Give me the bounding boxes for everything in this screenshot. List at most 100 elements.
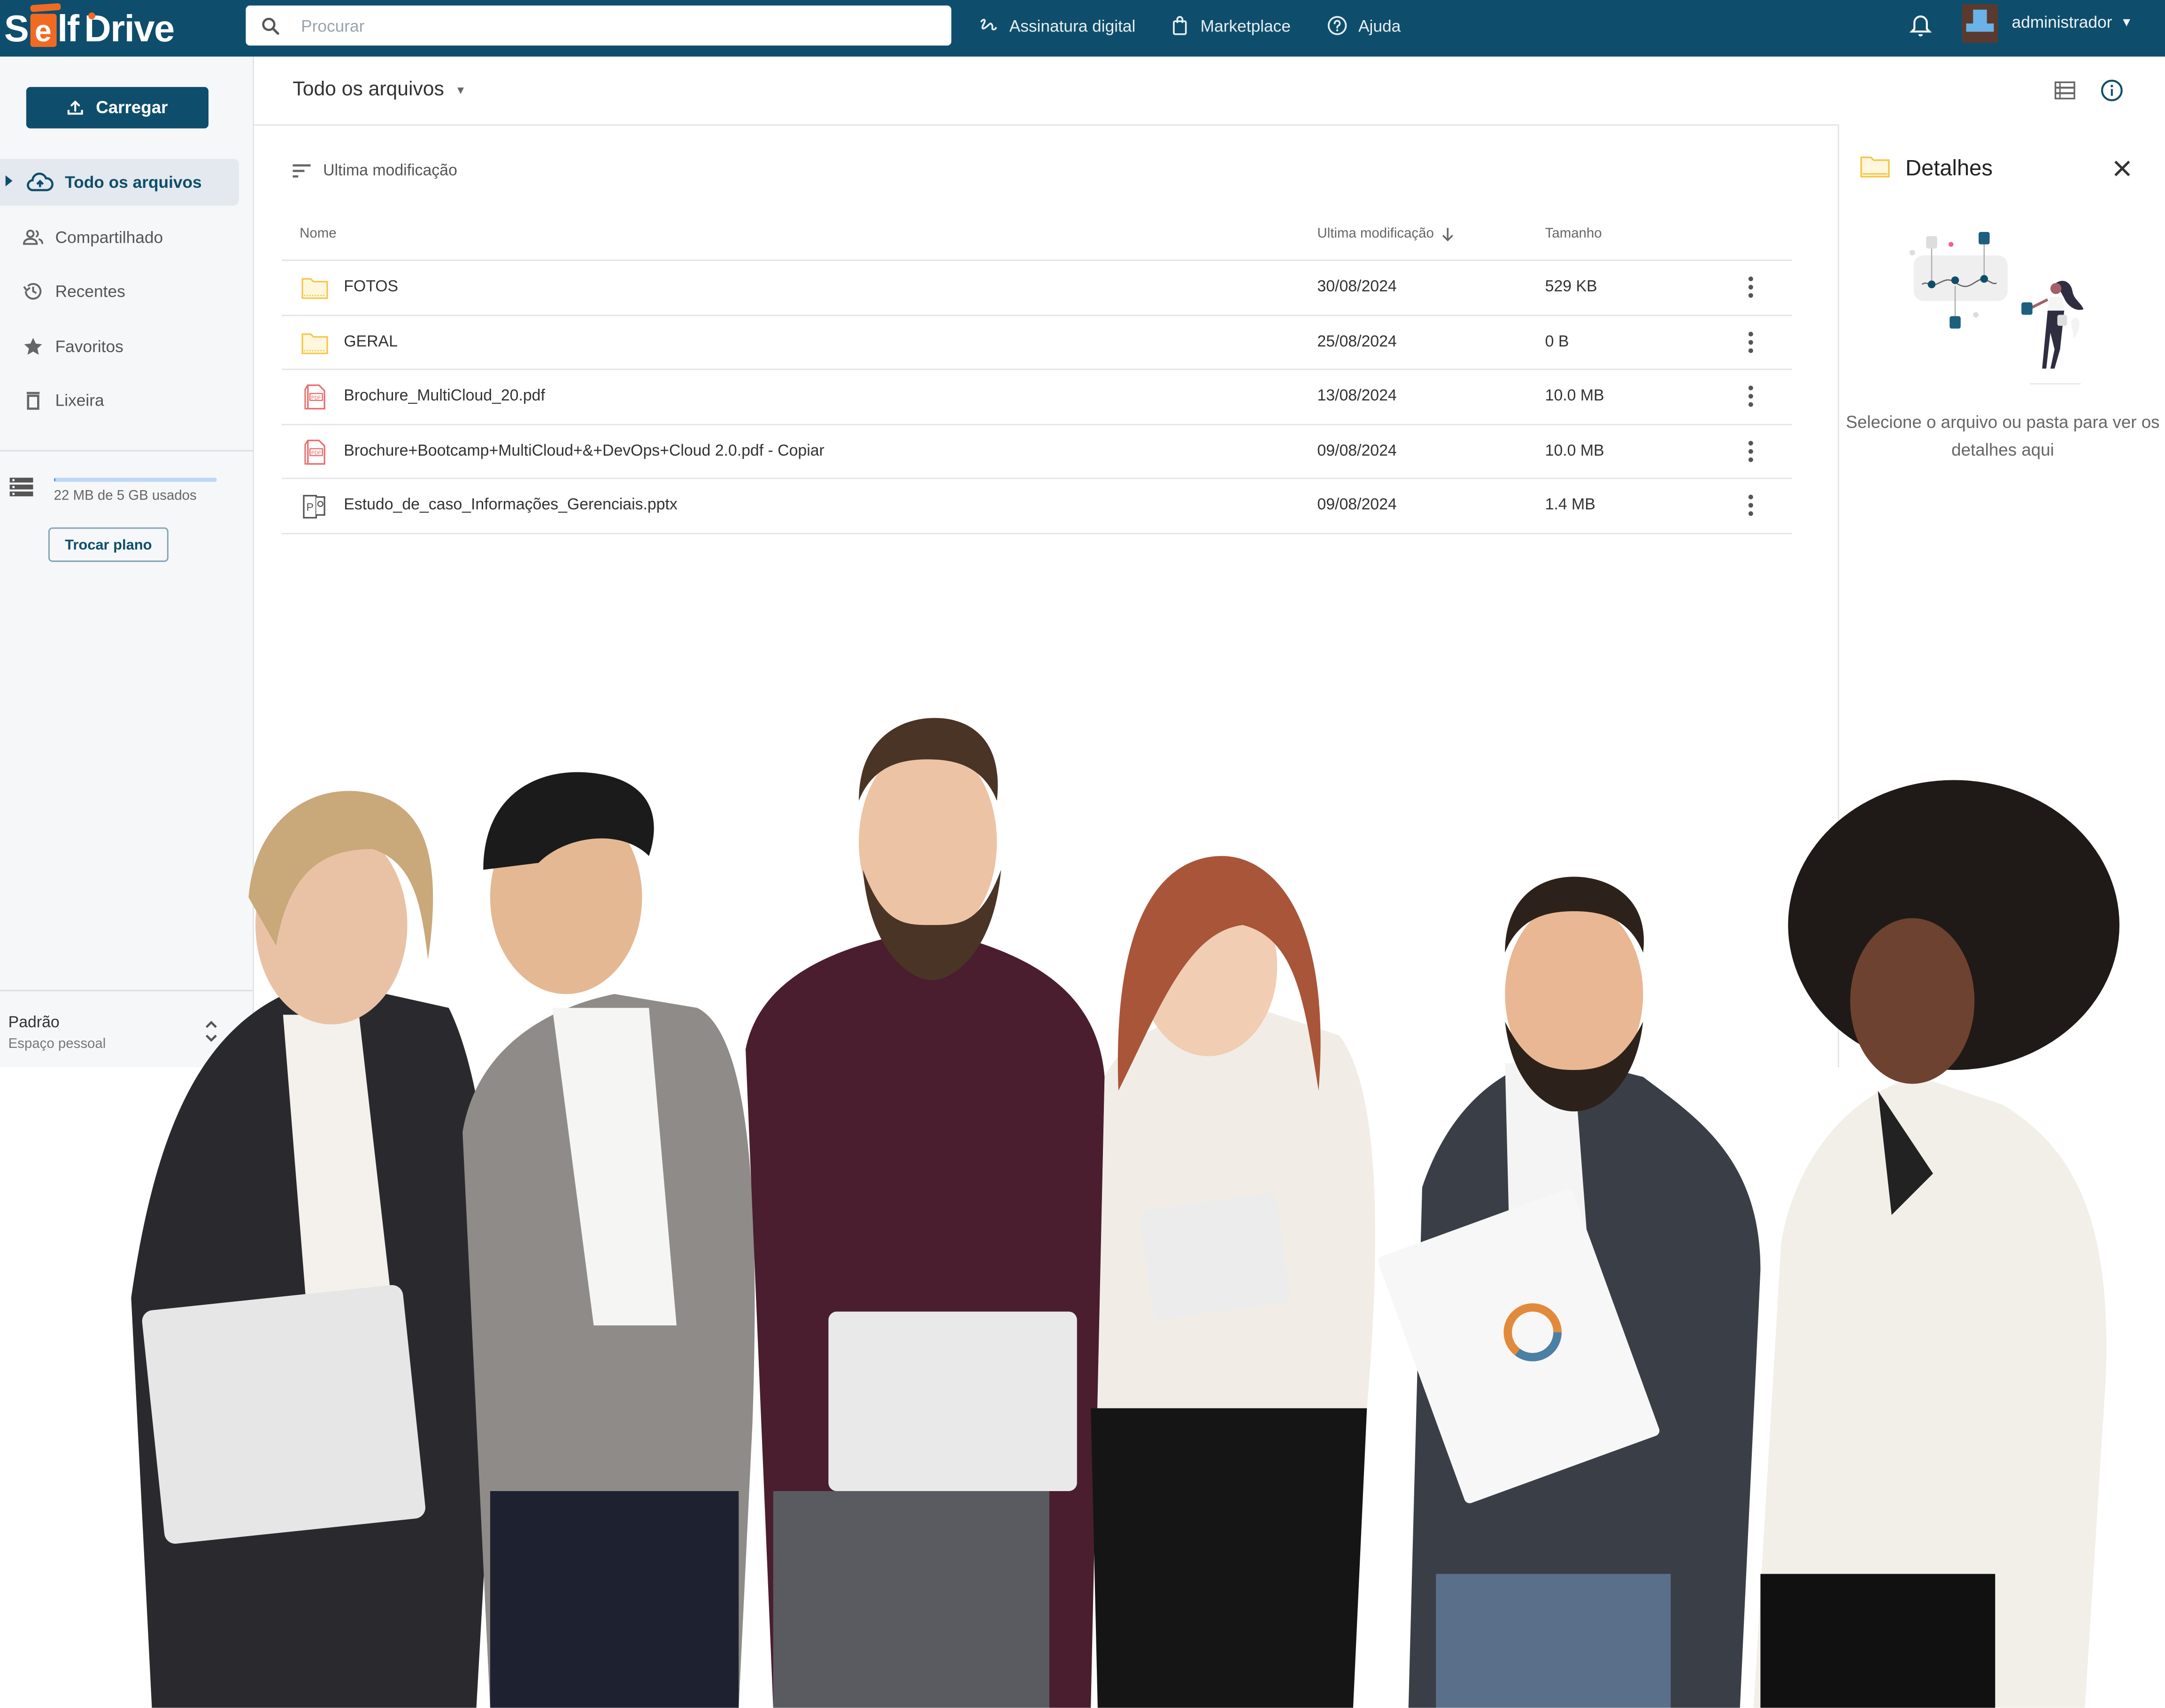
arrow-down-icon — [1443, 227, 1454, 241]
caret-down-icon: ▼ — [455, 83, 466, 96]
table-row[interactable]: FOTOS 30/08/2024 529 KB — [281, 261, 1793, 316]
column-header-modified[interactable]: Ultima modificação — [1317, 226, 1455, 242]
logo-text-e: e — [30, 14, 56, 48]
column-header-size[interactable]: Tamanho — [1545, 226, 1602, 241]
team-photo — [131, 718, 2119, 1708]
history-icon — [23, 283, 42, 300]
sort-label: Ultima modificação — [323, 163, 457, 180]
more-options-icon[interactable] — [1742, 384, 1759, 409]
folder-icon — [301, 332, 328, 354]
nav-link-label: Ajuda — [1358, 15, 1401, 35]
star-icon — [24, 337, 42, 354]
logo-text-s: S — [4, 8, 29, 49]
upload-button[interactable]: Carregar — [26, 87, 209, 129]
shopping-bag-icon — [1173, 16, 1187, 35]
table-row[interactable]: PDF Brochure+Bootcamp+MultiCloud+&+DevOps… — [281, 425, 1793, 480]
folder-icon — [301, 278, 328, 299]
sidebar-item-favoritos[interactable]: Favoritos — [0, 323, 253, 369]
sidebar-item-label: Favoritos — [55, 336, 123, 356]
nav-link-ajuda[interactable]: Ajuda — [1326, 15, 1401, 36]
selfdrive-logo[interactable]: Se lf Drive — [4, 6, 175, 53]
nav-link-assinatura-digital[interactable]: Assinatura digital — [979, 16, 1135, 35]
chevron-down-icon: ▼ — [2120, 15, 2133, 29]
sidebar-item-lixeira[interactable]: Lixeira — [0, 377, 253, 424]
list-view-icon[interactable] — [2054, 81, 2075, 100]
expand-triangle-icon[interactable] — [5, 175, 13, 186]
svg-text:PDF: PDF — [311, 395, 322, 401]
file-size: 529 KB — [1545, 279, 1597, 296]
table-header: Nome Ultima modificação Tamanho — [281, 214, 1793, 261]
storage-usage-bar — [54, 477, 217, 482]
sidebar-item-label: Recentes — [55, 281, 125, 301]
nav-link-label: Marketplace — [1200, 15, 1291, 35]
logo-text-drive: Drive — [84, 8, 175, 50]
user-avatar[interactable] — [1962, 4, 1998, 43]
cloud-upload-icon — [27, 172, 54, 192]
table-row[interactable]: P Estudo_de_caso_Informações_Gerenciais.p… — [281, 480, 1793, 534]
search-bar[interactable] — [246, 5, 952, 46]
close-icon[interactable] — [2112, 159, 2132, 178]
sort-icon — [293, 164, 311, 178]
sidebar-item-recentes[interactable]: Recentes — [0, 268, 253, 315]
person-6 — [1753, 780, 2119, 1708]
storage-usage-fill — [54, 477, 55, 482]
more-options-icon[interactable] — [1742, 330, 1759, 354]
change-plan-button[interactable]: Trocar plano — [48, 527, 169, 562]
storage-usage-text: 22 MB de 5 GB usados — [54, 489, 197, 504]
info-icon[interactable] — [2100, 79, 2124, 102]
sidebar-item-compartilhado[interactable]: Compartilhado — [0, 213, 253, 260]
file-name[interactable]: Brochure_MultiCloud_20.pdf — [344, 388, 545, 405]
more-options-icon[interactable] — [1742, 493, 1759, 518]
file-modified-date: 30/08/2024 — [1317, 279, 1397, 296]
file-modified-date: 09/08/2024 — [1317, 497, 1397, 515]
more-options-icon[interactable] — [1742, 439, 1759, 463]
logo-text-lf: lf — [57, 8, 79, 49]
details-title: Detalhes — [1905, 157, 1993, 181]
file-name[interactable]: Brochure+Bootcamp+MultiCloud+&+DevOps+Cl… — [344, 443, 824, 459]
file-size: 0 B — [1545, 333, 1569, 350]
upload-icon — [68, 100, 84, 115]
notifications-bell-icon[interactable] — [1909, 14, 1932, 38]
people-icon — [23, 229, 44, 245]
person-3 — [745, 718, 1105, 1708]
folder-icon — [1860, 156, 1890, 178]
file-modified-date: 13/08/2024 — [1317, 388, 1397, 405]
person-1 — [131, 791, 495, 1708]
column-header-name[interactable]: Nome — [300, 226, 336, 241]
pptx-file-icon: P — [303, 495, 325, 519]
table-row[interactable]: PDF Brochure_MultiCloud_20.pdf 13/08/2024 1… — [281, 370, 1793, 425]
file-name[interactable]: GERAL — [344, 333, 398, 350]
svg-text:PDF: PDF — [311, 450, 322, 455]
storage-icon — [9, 477, 33, 497]
file-size: 1.4 MB — [1545, 497, 1595, 515]
pdf-file-icon: PDF — [304, 439, 325, 465]
file-name[interactable]: Estudo_de_caso_Informações_Gerenciais.pp… — [344, 498, 678, 514]
sidebar-item-todo-os-arquivos[interactable]: Todo os arquivos — [0, 159, 239, 206]
column-header-modified-label: Ultima modificação — [1317, 226, 1434, 242]
table-row[interactable]: GERAL 25/08/2024 0 B — [281, 315, 1793, 370]
sidebar-nav: Todo os arquivos Compartilhado Recentes … — [0, 159, 253, 431]
signature-icon — [980, 18, 997, 30]
breadcrumb-dropdown[interactable]: Todo os arquivos ▼ — [293, 79, 466, 101]
trash-icon — [26, 392, 40, 410]
search-input[interactable] — [298, 14, 911, 37]
table-body: FOTOS 30/08/2024 529 KB GERAL 25/08/2024 0 B P… — [281, 261, 1793, 534]
nav-link-marketplace[interactable]: Marketplace — [1171, 15, 1291, 36]
main-header: Todo os arquivos ▼ — [254, 56, 2165, 126]
user-name: administrador — [2011, 12, 2112, 32]
file-name[interactable]: FOTOS — [344, 279, 398, 295]
details-empty-message: Selecione o arquivo ou pasta para ver os… — [1846, 413, 2160, 460]
search-icon — [262, 17, 279, 34]
upload-button-label: Carregar — [96, 98, 168, 117]
nav-link-label: Assinatura digital — [1009, 15, 1136, 35]
help-icon — [1327, 16, 1347, 35]
person-5 — [1378, 877, 1761, 1708]
person-4 — [1091, 856, 1375, 1708]
file-modified-date: 25/08/2024 — [1317, 333, 1397, 350]
app-root: SelfDrive Assinatura digital Marketplace… — [0, 0, 2165, 1708]
user-menu[interactable]: administrador ▼ — [2012, 12, 2133, 31]
more-options-icon[interactable] — [1742, 275, 1759, 300]
top-bar: SelfDrive Assinatura digital Marketplace… — [0, 0, 2165, 57]
svg-text:P: P — [306, 501, 314, 514]
sort-control[interactable]: Ultima modificação — [293, 163, 457, 179]
